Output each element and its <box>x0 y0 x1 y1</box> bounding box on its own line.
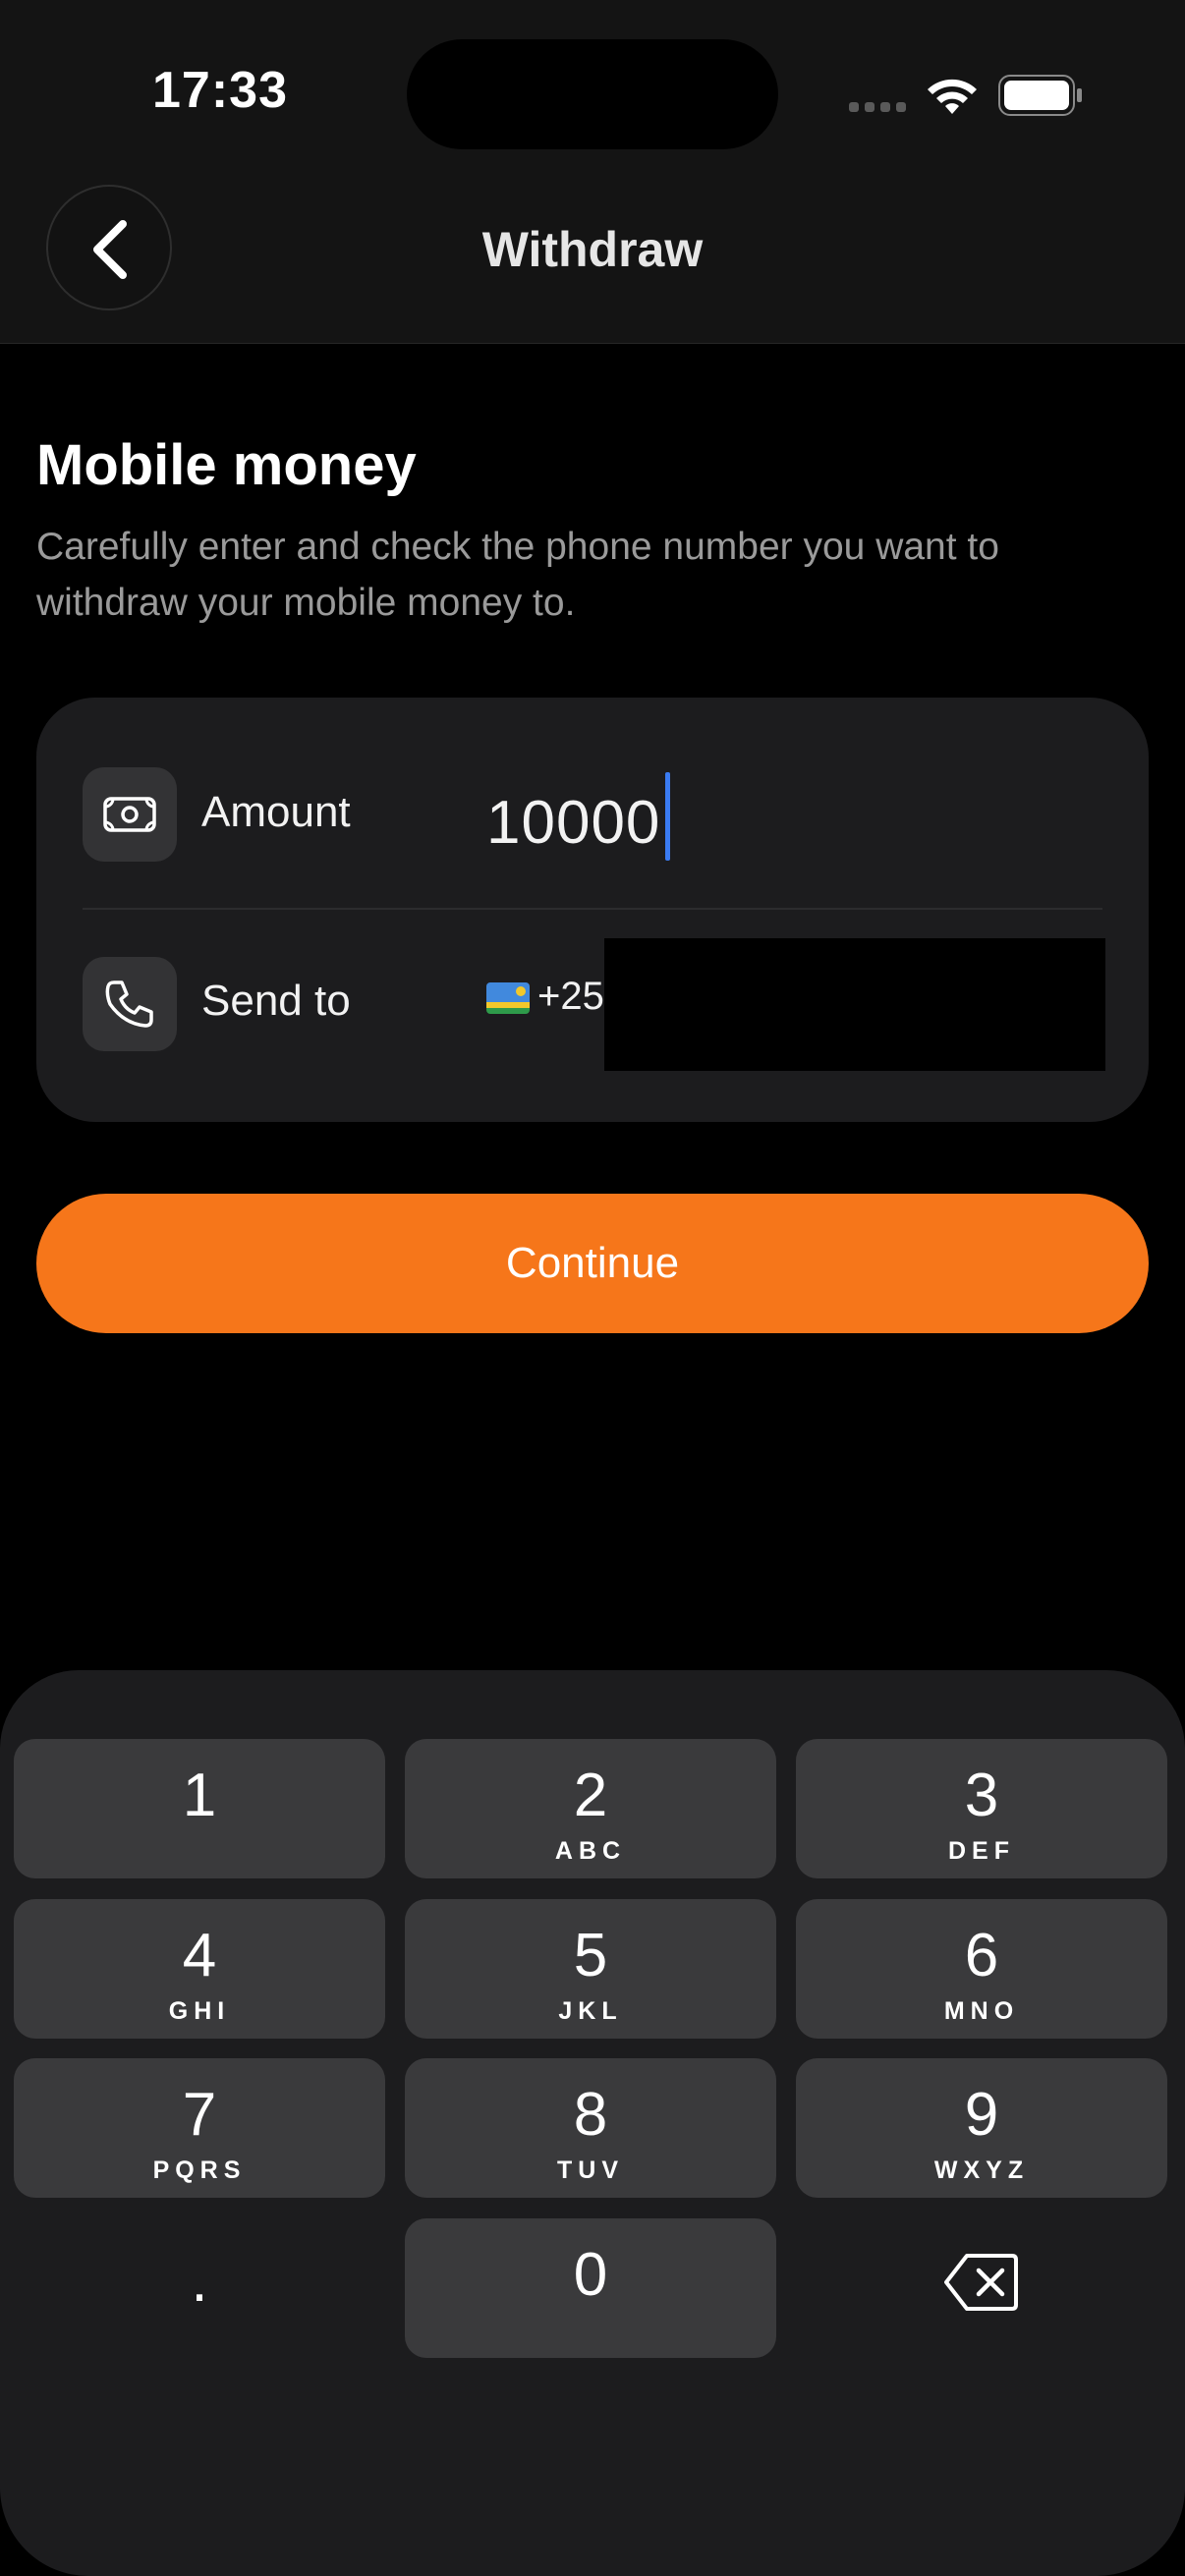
signal-icon <box>849 102 906 112</box>
withdraw-form-card: Amount 10000 Send to +25 <box>36 698 1149 1122</box>
section-description: Carefully enter and check the phone numb… <box>36 526 999 624</box>
key-digit: 5 <box>573 1922 608 1989</box>
key-digit: 7 <box>182 2081 217 2149</box>
key-4[interactable]: 4 GHI <box>14 1899 385 2039</box>
amount-input[interactable]: 10000 <box>486 788 660 858</box>
key-0[interactable]: 0 <box>405 2218 776 2358</box>
key-7[interactable]: 7 PQRS <box>14 2058 385 2198</box>
key-letters: JKL <box>558 1997 623 2025</box>
wifi-icon <box>928 79 977 114</box>
key-digit: 4 <box>182 1922 217 1989</box>
key-digit: 0 <box>573 2241 608 2309</box>
key-letters: PQRS <box>152 2156 247 2184</box>
key-digit: 8 <box>573 2081 608 2149</box>
key-digit: 9 <box>964 2081 999 2149</box>
key-digit: . <box>191 2247 208 2315</box>
key-letters: MNO <box>943 1997 1020 2025</box>
phone-prefix[interactable]: +25 <box>537 975 604 1019</box>
page-title: Withdraw <box>481 222 704 277</box>
key-letters: ABC <box>554 1837 627 1865</box>
delete-icon <box>944 2254 1018 2311</box>
continue-button[interactable]: Continue <box>36 1194 1149 1333</box>
key-3[interactable]: 3 DEF <box>796 1739 1167 1878</box>
key-digit: 2 <box>573 1762 608 1829</box>
key-1[interactable]: 1 <box>14 1739 385 1878</box>
send-to-label: Send to <box>201 977 351 1025</box>
key-letters: TUV <box>557 2156 624 2184</box>
key-2[interactable]: 2 ABC <box>405 1739 776 1878</box>
key-letters: GHI <box>168 1997 231 2025</box>
key-9[interactable]: 9 WXYZ <box>796 2058 1167 2198</box>
key-letters: DEF <box>948 1837 1015 1865</box>
status-time: 17:33 <box>152 62 288 119</box>
key-decimal[interactable]: . <box>14 2218 385 2358</box>
text-caret <box>665 772 670 861</box>
key-8[interactable]: 8 TUV <box>405 2058 776 2198</box>
phone-icon <box>83 957 177 1051</box>
status-bar: 17:33 <box>0 0 1185 182</box>
divider <box>83 908 1102 910</box>
header: Withdraw <box>0 182 1185 344</box>
key-digit: 3 <box>964 1762 999 1829</box>
amount-label: Amount <box>201 788 351 836</box>
key-5[interactable]: 5 JKL <box>405 1899 776 2039</box>
cash-icon <box>83 767 177 862</box>
key-digit: 6 <box>964 1922 999 1989</box>
phone-number-input[interactable] <box>604 938 1105 1071</box>
battery-icon <box>998 75 1082 116</box>
key-digit: 1 <box>182 1762 217 1829</box>
flag-icon[interactable] <box>486 982 530 1014</box>
key-6[interactable]: 6 MNO <box>796 1899 1167 2039</box>
dynamic-island <box>407 39 778 149</box>
key-letters: WXYZ <box>933 2156 1030 2184</box>
section-title: Mobile money <box>36 433 417 497</box>
